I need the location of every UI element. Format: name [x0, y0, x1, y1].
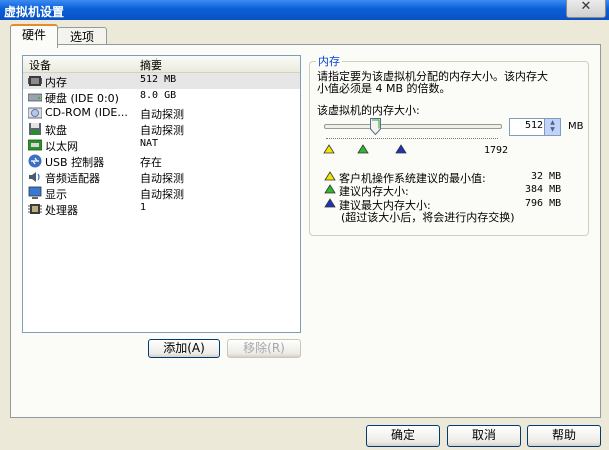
device-list-header: 设备 摘要 [23, 56, 300, 73]
memory-group-title: 内存 [316, 53, 342, 69]
add-button[interactable]: 添加(A) [148, 339, 220, 358]
cd-rom-icon [28, 107, 42, 119]
device-row-floppy[interactable]: 软盘 自动探测 [23, 121, 300, 137]
slider-max-label: 1792 [484, 145, 509, 156]
memory-description-line2: 小值必须是 4 MB 的倍数。 [317, 82, 451, 95]
memory-size-value[interactable]: 512 [525, 120, 543, 131]
slider-tick-marks [326, 138, 498, 140]
cancel-button[interactable]: 取消 [447, 425, 521, 447]
device-summary: 存在 [140, 156, 162, 169]
legend-recommended-value: 384 MB [525, 184, 562, 195]
device-summary: 512 MB [140, 74, 177, 85]
title-bar: 虚拟机设置 ✕ [0, 0, 609, 20]
remove-button[interactable]: 移除(R) [227, 339, 301, 358]
close-icon: ✕ [580, 0, 592, 14]
memory-slider-track[interactable] [324, 124, 502, 129]
device-summary: 自动探测 [140, 172, 184, 185]
device-row-hard-disk[interactable]: 硬盘 (IDE 0:0) 8.0 GB [23, 89, 300, 105]
hard-disk-icon [28, 93, 42, 102]
device-name: 显示 [45, 188, 67, 201]
column-header-summary[interactable]: 摘要 [140, 57, 162, 73]
legend-markers [324, 171, 336, 208]
column-header-device[interactable]: 设备 [29, 57, 51, 73]
min-marker-triangle [323, 144, 335, 154]
window-title: 虚拟机设置 [4, 5, 65, 19]
device-row-audio[interactable]: 音频适配器 自动探测 [23, 169, 300, 185]
memory-size-spinner[interactable]: 512 ▲ ▼ [509, 118, 561, 136]
recommended-marker-triangle [357, 144, 369, 154]
device-row-processor[interactable]: 处理器 1 [23, 201, 300, 217]
legend-max-triangle [324, 198, 336, 208]
device-name: 硬盘 (IDE 0:0) [45, 92, 119, 105]
device-list[interactable]: 设备 摘要 内存 512 MB 硬盘 (IDE 0:0) 8.0 GB CD-R… [22, 55, 301, 333]
device-summary: NAT [140, 138, 159, 149]
device-summary: 自动探测 [140, 188, 184, 201]
spin-up-icon[interactable]: ▲ [545, 119, 560, 126]
close-button[interactable]: ✕ [566, 0, 606, 18]
device-row-display[interactable]: 显示 自动探测 [23, 185, 300, 201]
legend-max-value: 796 MB [525, 198, 562, 209]
device-row-network[interactable]: 以太网 NAT [23, 137, 300, 153]
usb-icon [28, 154, 42, 168]
processor-icon [28, 204, 42, 214]
memory-slider-thumb[interactable] [370, 118, 381, 135]
help-button[interactable]: 帮助 [527, 425, 601, 447]
tab-hardware[interactable]: 硬件 [10, 24, 58, 48]
device-summary: 1 [140, 202, 147, 213]
device-row-usb[interactable]: USB 控制器 存在 [23, 153, 300, 169]
device-name: 软盘 [45, 124, 67, 137]
device-name: 音频适配器 [45, 172, 100, 185]
device-row-cd-rom[interactable]: CD-ROM (IDE... 自动探测 [23, 105, 300, 121]
device-name: 内存 [45, 76, 67, 89]
memory-unit: MB [568, 121, 584, 132]
spin-down-icon[interactable]: ▼ [545, 126, 560, 133]
tab-hardware-label: 硬件 [21, 28, 46, 42]
speaker-icon [29, 172, 40, 182]
spinner-arrows[interactable]: ▲ ▼ [544, 119, 560, 135]
device-name: 以太网 [45, 140, 78, 153]
device-name: CD-ROM (IDE... [45, 106, 128, 119]
device-summary: 自动探测 [140, 124, 184, 137]
memory-size-label: 该虚拟机的内存大小: [317, 104, 420, 117]
device-summary: 自动探测 [140, 108, 184, 121]
legend-note: (超过该大小后，将会进行内存交换) [341, 211, 515, 224]
monitor-icon [28, 186, 42, 199]
device-name: USB 控制器 [45, 156, 105, 169]
floppy-icon [29, 123, 41, 135]
legend-recommended-triangle [324, 184, 336, 194]
device-summary: 8.0 GB [140, 90, 177, 101]
slider-marker-row [323, 144, 407, 154]
network-icon [28, 139, 42, 151]
legend-min-triangle [324, 171, 336, 181]
tab-options-label: 选项 [69, 30, 94, 44]
device-name: 处理器 [45, 204, 78, 217]
device-row-memory[interactable]: 内存 512 MB [23, 73, 300, 89]
legend-min-value: 32 MB [531, 171, 562, 182]
max-marker-triangle [395, 144, 407, 154]
ok-button[interactable]: 确定 [366, 425, 440, 447]
memory-icon [28, 76, 42, 86]
